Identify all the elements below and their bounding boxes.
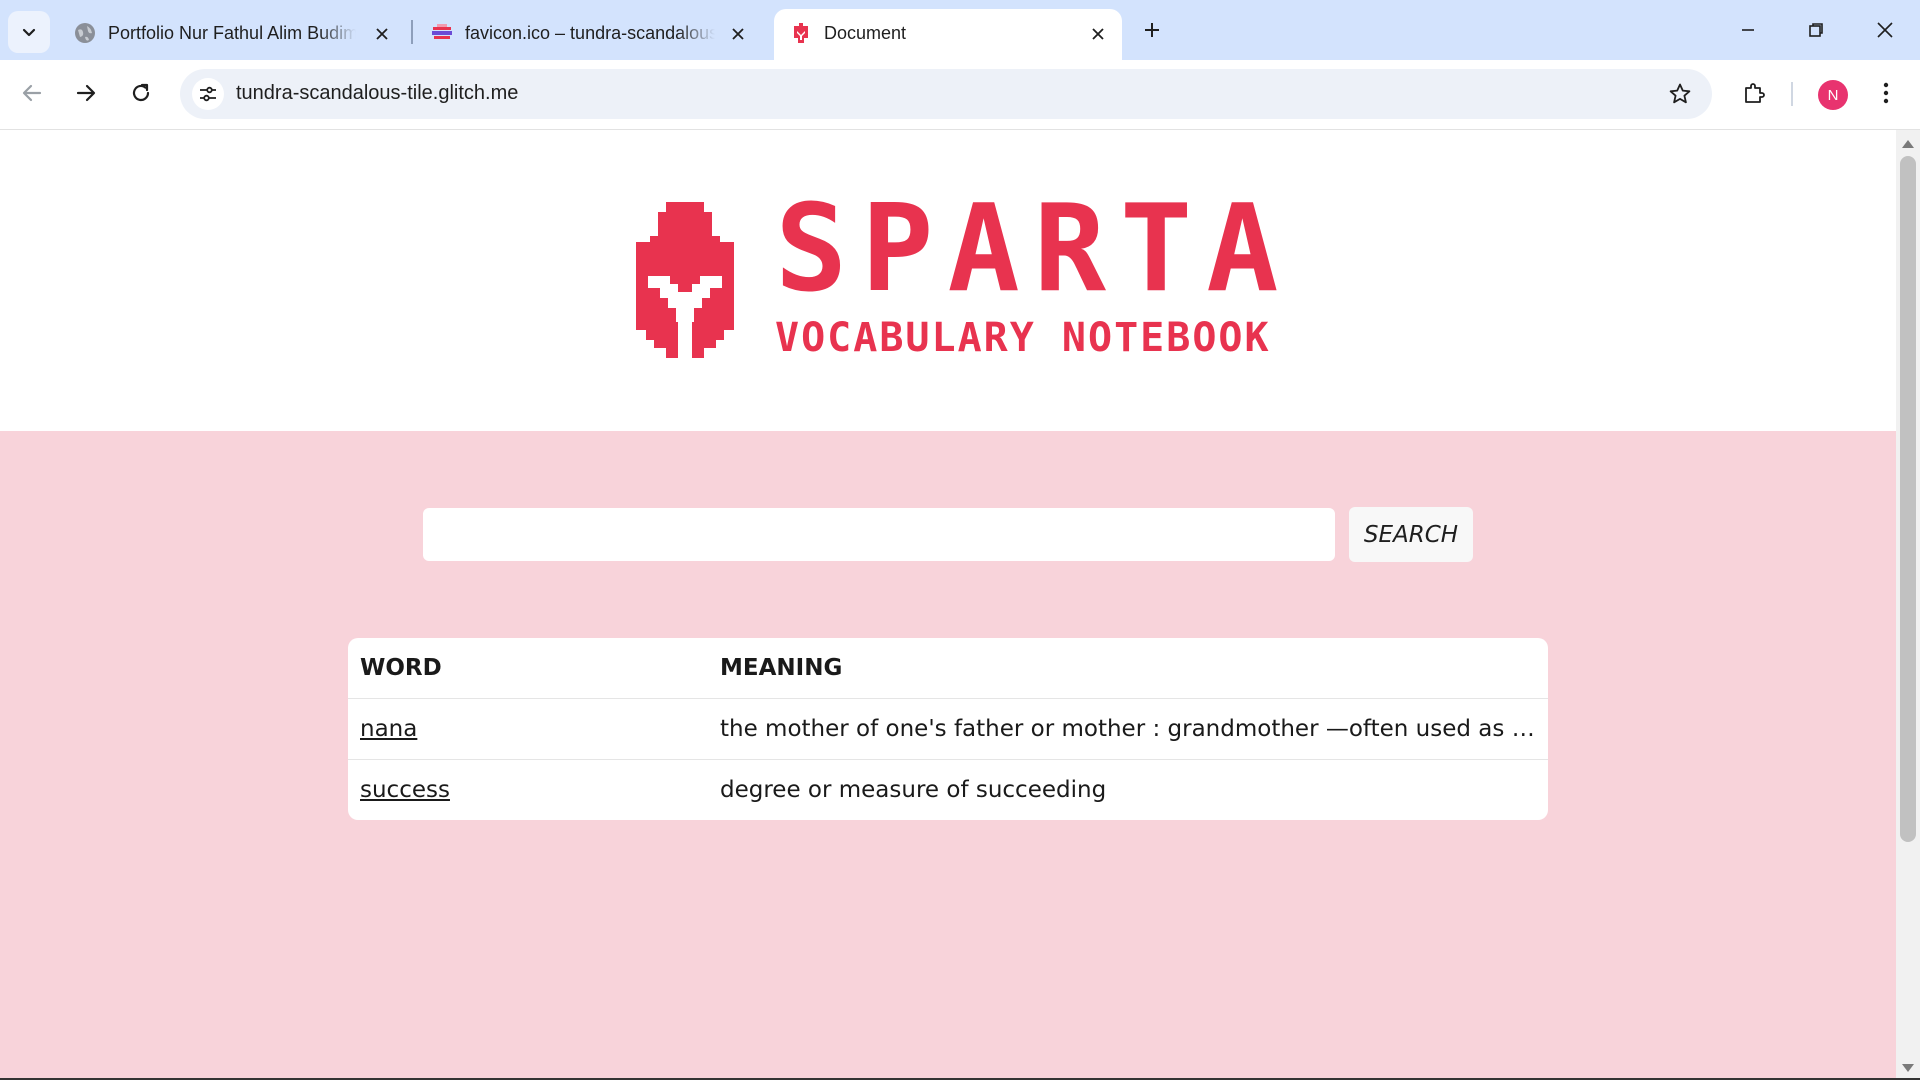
logo-subtitle: VOCABULARY NOTEBOOK (775, 315, 1271, 361)
minimize-button[interactable] (1728, 14, 1768, 46)
table-header-row: WORD MEANING (348, 638, 1548, 698)
restore-icon (1809, 23, 1823, 37)
logo-title: SPARTA (775, 180, 1293, 319)
tab-strip: Portfolio Nur Fathul Alim Budiman favico… (0, 0, 1920, 60)
word-link[interactable]: success (360, 777, 450, 803)
back-arrow-icon (22, 84, 42, 102)
more-vert-icon (1883, 82, 1889, 104)
star-icon (1669, 83, 1691, 104)
tab-title: Portfolio Nur Fathul Alim Budiman (108, 23, 356, 43)
tab-title: favicon.ico – tundra-scandalous-tile (465, 23, 715, 43)
word-cell: nana (360, 699, 700, 759)
sparta-helmet-favicon (794, 23, 808, 43)
tab-document[interactable]: Document (774, 9, 1122, 60)
reload-icon (132, 83, 150, 102)
tab-favicon[interactable]: favicon.ico – tundra-scandalous-tile (415, 9, 767, 60)
toolbar-separator (1791, 82, 1793, 106)
close-icon (1877, 22, 1893, 38)
globe-icon (75, 23, 95, 43)
page-viewport: SPARTA VOCABULARY NOTEBOOK SEARCH WORD M… (0, 130, 1896, 1078)
back-button[interactable] (12, 73, 52, 113)
word-cell: success (360, 760, 700, 820)
meaning-cell: the mother of one's father or mother : g… (720, 716, 1538, 742)
plus-icon (1145, 23, 1159, 37)
restore-button[interactable] (1796, 14, 1836, 46)
page-header: SPARTA VOCABULARY NOTEBOOK (0, 130, 1896, 431)
tab-title: Document (824, 23, 907, 43)
browser-menu-button[interactable] (1868, 75, 1904, 111)
address-bar[interactable]: tundra-scandalous-tile.glitch.me (180, 69, 1712, 119)
site-info-button[interactable] (192, 78, 224, 110)
close-tab-icon[interactable] (726, 22, 750, 46)
close-tab-icon[interactable] (370, 22, 394, 46)
profile-avatar[interactable]: N (1818, 80, 1848, 110)
scroll-up-arrow-icon[interactable] (1902, 140, 1914, 148)
minimize-icon (1742, 29, 1754, 31)
scroll-down-arrow-icon[interactable] (1902, 1064, 1914, 1072)
url-text[interactable]: tundra-scandalous-tile.glitch.me (236, 82, 518, 105)
puzzle-icon (1745, 83, 1765, 103)
tab-search-button[interactable] (8, 11, 50, 53)
vocabulary-table: WORD MEANING nana the mother of one's fa… (348, 638, 1548, 820)
scrollbar-thumb[interactable] (1900, 156, 1916, 842)
chevron-down-icon (22, 28, 36, 37)
column-header-word: WORD (360, 655, 442, 681)
bookmark-button[interactable] (1664, 78, 1696, 110)
meaning-cell: degree or measure of succeeding (720, 777, 1107, 803)
search-input[interactable] (423, 508, 1335, 561)
reload-button[interactable] (121, 73, 161, 113)
table-row: nana the mother of one's father or mothe… (348, 698, 1548, 759)
search-button[interactable]: SEARCH (1349, 507, 1473, 562)
sparta-helmet-logo-icon (636, 202, 734, 358)
column-header-meaning: MEANING (720, 655, 843, 681)
forward-arrow-icon (76, 84, 96, 102)
table-row: success degree or measure of succeeding (348, 759, 1548, 820)
main-content: SEARCH WORD MEANING nana the mother of o… (0, 431, 1896, 1078)
browser-toolbar: tundra-scandalous-tile.glitch.me N (0, 60, 1920, 130)
tab-separator (411, 20, 413, 44)
image-favicon (432, 24, 452, 39)
close-tab-icon[interactable] (1086, 22, 1110, 46)
page-scrollbar[interactable] (1896, 130, 1920, 1078)
new-tab-button[interactable] (1136, 14, 1168, 46)
close-window-button[interactable] (1865, 14, 1905, 46)
tab-portfolio[interactable]: Portfolio Nur Fathul Alim Budiman (58, 9, 410, 60)
tune-icon (200, 86, 216, 102)
word-link[interactable]: nana (360, 716, 417, 742)
forward-button[interactable] (66, 73, 106, 113)
extensions-button[interactable] (1734, 73, 1774, 113)
